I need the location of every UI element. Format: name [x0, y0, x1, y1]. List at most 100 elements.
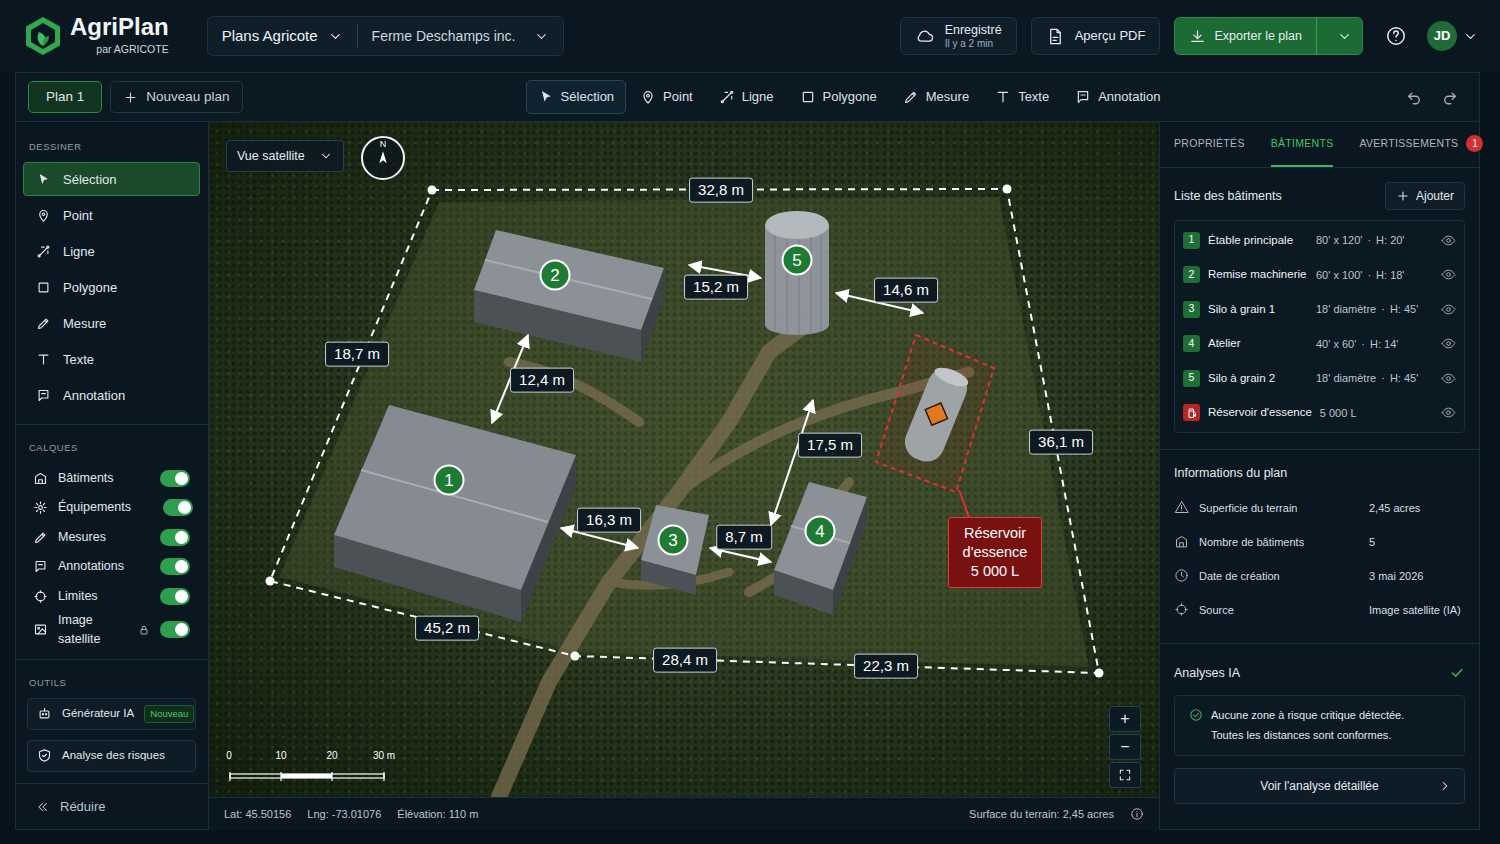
hazard-label[interactable]: Réservoir d'essence5 000 L — [948, 517, 1042, 588]
layer-toggle[interactable] — [160, 621, 190, 638]
fullscreen-button[interactable] — [1109, 762, 1141, 788]
zoom-out-button[interactable]: − — [1109, 734, 1141, 760]
building-name: Réservoir d'essence — [1208, 404, 1312, 421]
view-menu[interactable]: Vue satellite — [226, 140, 344, 172]
building-row[interactable]: 2Remise machinerie60' x 100'·H: 18' — [1183, 258, 1456, 293]
layer-toggle[interactable] — [160, 558, 190, 575]
building-row[interactable]: 1Étable principale80' x 120'·H: 20' — [1183, 223, 1456, 258]
measurement-label[interactable]: 28,4 m — [653, 648, 717, 673]
tool-entry[interactable]: Générateur IANouveau — [27, 698, 196, 730]
section-title: Analyses IA — [1174, 664, 1240, 683]
building-number: 4 — [1183, 335, 1200, 352]
project-menu[interactable]: Plans Agricote — [208, 17, 357, 55]
building-row[interactable]: Réservoir d'essence5 000 L — [1183, 396, 1456, 431]
building-marker[interactable]: 4 — [805, 516, 836, 547]
eye-icon[interactable] — [1441, 371, 1456, 386]
eye-icon[interactable] — [1441, 233, 1456, 248]
measurement-label[interactable]: 45,2 m — [415, 616, 479, 641]
new-plan-button[interactable]: Nouveau plan — [110, 81, 242, 113]
building-details: 18' diamètre·H: 45' — [1316, 370, 1418, 387]
check-circle-icon — [1189, 705, 1203, 747]
building-detail: H: 45' — [1390, 301, 1418, 318]
logo[interactable]: AgriPlanpar AGRICOTE — [24, 15, 169, 58]
measurement-label[interactable]: 14,6 m — [874, 278, 938, 303]
tool-button[interactable]: Texte — [983, 80, 1061, 114]
measurement-label[interactable]: 12,4 m — [510, 368, 574, 393]
farm-menu[interactable]: Ferme Deschamps inc. — [358, 17, 563, 55]
collapse-sidebar-button[interactable]: Réduire — [16, 783, 208, 829]
project-switcher[interactable]: Plans AgricoteFerme Deschamps inc. — [207, 16, 564, 56]
draw-item[interactable]: Texte — [23, 342, 200, 376]
tool-button[interactable]: Sélection — [526, 80, 626, 114]
measurement-label[interactable]: 32,8 m — [689, 178, 753, 203]
tool-button[interactable]: Polygone — [788, 80, 889, 114]
eye-icon[interactable] — [1441, 302, 1456, 317]
eye-icon[interactable] — [1441, 267, 1456, 282]
draw-item[interactable]: Sélection — [23, 162, 200, 196]
draw-item[interactable]: Annotation — [23, 378, 200, 412]
redo-icon[interactable] — [1441, 88, 1459, 106]
tool-button[interactable]: Ligne — [707, 80, 786, 114]
eye-icon[interactable] — [1441, 405, 1456, 420]
export-button[interactable]: Exporter le plan — [1174, 17, 1363, 55]
building-marker[interactable]: 1 — [434, 465, 465, 496]
plan-tab[interactable]: Plan 1 — [28, 81, 102, 113]
add-building-button[interactable]: Ajouter — [1385, 182, 1465, 210]
buildings-section: Liste des bâtimentsAjouter1Étable princi… — [1160, 168, 1479, 450]
draw-item[interactable]: Mesure — [23, 306, 200, 340]
save-label: Enregistré — [945, 23, 1002, 38]
building-details: 80' x 120'·H: 20' — [1316, 232, 1404, 249]
toggle-knob — [175, 590, 188, 603]
building-marker[interactable]: 3 — [658, 525, 689, 556]
chevron-down-icon — [319, 149, 333, 163]
tool-button[interactable]: Annotation — [1063, 80, 1172, 114]
measurement-label[interactable]: 36,1 m — [1029, 430, 1093, 455]
eye-icon[interactable] — [1441, 336, 1456, 351]
building-detail: H: 14' — [1370, 336, 1398, 353]
history-controls — [1405, 88, 1467, 106]
undo-icon[interactable] — [1405, 88, 1423, 106]
ai-result: Aucune zone à risque critique détectée.T… — [1174, 695, 1465, 757]
building-name: Silo à grain 1 — [1208, 301, 1308, 318]
building-marker[interactable]: 2 — [540, 260, 571, 291]
building-detail: 40' x 60' — [1316, 336, 1356, 353]
building-row[interactable]: 3Silo à grain 118' diamètre·H: 45' — [1183, 292, 1456, 327]
draw-item[interactable]: Point — [23, 198, 200, 232]
draw-item[interactable]: Ligne — [23, 234, 200, 268]
measurement-label[interactable]: 17,5 m — [798, 433, 862, 458]
scale-ruler — [229, 764, 389, 788]
measurement-label[interactable]: 15,2 m — [684, 275, 748, 300]
zoom-in-button[interactable]: + — [1109, 706, 1141, 732]
measurement-label[interactable]: 18,7 m — [325, 342, 389, 367]
satellite-map[interactable]: Vue satelliteN32,8 m18,7 m36,1 m45,2 m28… — [209, 122, 1159, 797]
export-caret[interactable] — [1327, 18, 1362, 54]
building-row[interactable]: 5Silo à grain 218' diamètre·H: 45' — [1183, 361, 1456, 396]
measurement-label[interactable]: 16,3 m — [577, 508, 641, 533]
export-main[interactable]: Exporter le plan — [1175, 18, 1317, 54]
panel-tab[interactable]: BÂTIMENTS — [1271, 122, 1334, 167]
draw-item[interactable]: Polygone — [23, 270, 200, 304]
layer-toggle[interactable] — [163, 499, 193, 516]
pin-icon — [36, 208, 51, 223]
tool-entry[interactable]: Analyse des risques — [27, 740, 196, 772]
user-avatar[interactable]: JD — [1427, 21, 1457, 51]
pencil-icon — [33, 530, 48, 545]
panel-tab[interactable]: AVERTISSEMENTS1 — [1359, 122, 1483, 167]
measurement-label[interactable]: 8,7 m — [716, 525, 772, 550]
layer-toggle[interactable] — [160, 588, 190, 605]
shield-icon — [37, 748, 52, 763]
layer-toggle[interactable] — [160, 529, 190, 546]
layer-toggle[interactable] — [160, 470, 190, 487]
tool-button[interactable]: Mesure — [891, 80, 981, 114]
building-row[interactable]: 4Atelier40' x 60'·H: 14' — [1183, 327, 1456, 362]
tool-button[interactable]: Point — [628, 80, 705, 114]
app-window: AgriPlanpar AGRICOTE Plans AgricoteFerme … — [0, 0, 1500, 844]
pdf-preview-button[interactable]: Aperçu PDF — [1031, 17, 1161, 55]
help-icon[interactable] — [1385, 25, 1407, 47]
building-marker[interactable]: 5 — [782, 245, 813, 276]
detailed-analysis-button[interactable]: Voir l'analyse détaillée — [1174, 768, 1465, 804]
panel-tab[interactable]: PROPRIÉTÉS — [1174, 122, 1245, 167]
cursor-icon — [538, 89, 554, 105]
tool-label: Annotation — [1098, 87, 1160, 107]
measurement-label[interactable]: 22,3 m — [854, 654, 918, 679]
